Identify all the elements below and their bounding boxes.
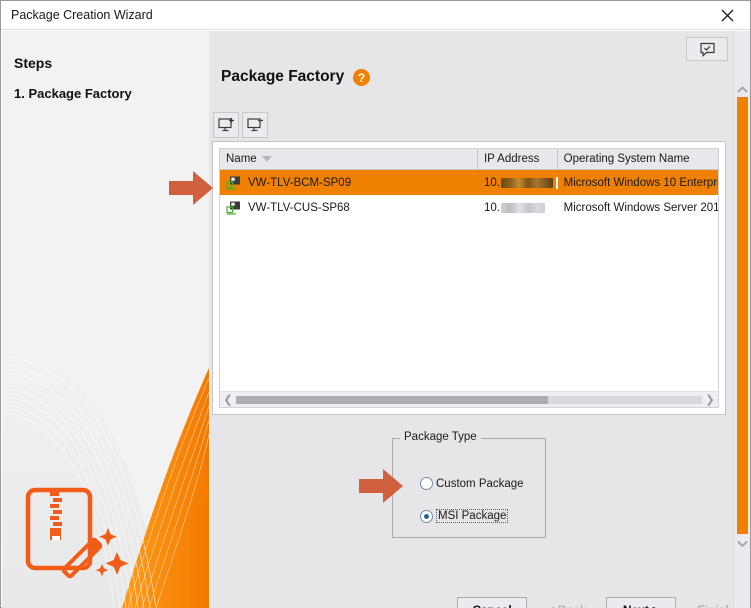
- cancel-button[interactable]: Cancel: [457, 597, 527, 608]
- cell-ip-prefix: 10.: [483, 201, 500, 214]
- radio-msi-package-label: MSI Package: [436, 509, 509, 523]
- chevron-left-icon[interactable]: ❮: [220, 392, 236, 408]
- redacted-ip-block: [500, 177, 553, 188]
- cell-name-text: VW-TLV-CUS-SP68: [248, 201, 350, 214]
- radio-selected-icon: [420, 509, 433, 523]
- chevron-up-icon: [737, 86, 748, 93]
- title-bar: Package Creation Wizard: [1, 1, 750, 30]
- scroll-up-button[interactable]: [734, 81, 751, 98]
- table-row[interactable]: VW-TLV-CUS-SP68 10. Microsoft Windows Se…: [220, 195, 718, 220]
- column-header-ip-address[interactable]: IP Address: [478, 149, 558, 169]
- cell-name: VW-TLV-CUS-SP68: [220, 201, 478, 215]
- vscrollbar-thumb[interactable]: [737, 97, 748, 534]
- computers-grid-container: Name IP Address Operating System Name VW…: [212, 141, 726, 415]
- hscrollbar-track[interactable]: [236, 395, 702, 404]
- steps-heading: Steps: [14, 55, 53, 71]
- package-wizard-icon: [25, 487, 129, 579]
- radio-custom-package-label: Custom Package: [436, 477, 524, 490]
- grid-toolbar: [213, 112, 268, 138]
- sort-descending-icon: [261, 156, 272, 162]
- dialog-vertical-scrollbar[interactable]: [733, 31, 750, 608]
- column-header-operating-system-name[interactable]: Operating System Name: [558, 149, 718, 169]
- scroll-down-button[interactable]: [734, 535, 751, 552]
- monitor-minus-icon: [246, 118, 263, 132]
- computers-grid: Name IP Address Operating System Name VW…: [219, 148, 719, 408]
- orange-swoosh-graphic: [2, 308, 209, 608]
- computer-online-icon: [226, 201, 240, 215]
- add-computer-button[interactable]: [213, 112, 239, 138]
- package-creation-wizard-window: Package Creation Wizard Steps 1. Package…: [0, 0, 751, 608]
- redacted-ip-block: [500, 202, 545, 213]
- grid-horizontal-scrollbar[interactable]: ❮ ❯: [220, 391, 718, 407]
- feedback-button[interactable]: [686, 37, 728, 61]
- page-title: Package Factory: [221, 68, 345, 85]
- grid-header-row: Name IP Address Operating System Name: [220, 149, 718, 170]
- sidebar-item-package-factory[interactable]: 1. Package Factory: [14, 86, 132, 101]
- wizard-content-pane: Package Factory ? Name IP Address Operat…: [209, 31, 750, 608]
- radio-msi-package[interactable]: MSI Package: [420, 509, 509, 523]
- chevron-down-icon: [737, 540, 748, 547]
- column-header-name[interactable]: Name: [220, 149, 478, 169]
- column-header-ip-address-label: IP Address: [483, 153, 540, 165]
- package-type-legend: Package Type: [400, 431, 481, 443]
- feedback-bubble-icon: [699, 42, 715, 57]
- column-header-operating-system-name-label: Operating System Name: [563, 153, 690, 165]
- remove-computer-button[interactable]: [242, 112, 268, 138]
- next-button[interactable]: Next >: [606, 597, 676, 608]
- cell-name: VW-TLV-BCM-SP09: [220, 176, 478, 190]
- cell-ip-prefix: 10.: [483, 176, 500, 189]
- cell-operating-system: Microsoft Windows Server 201: [563, 201, 718, 214]
- hscrollbar-thumb[interactable]: [236, 395, 549, 404]
- computer-online-icon: [226, 176, 240, 190]
- column-header-name-label: Name: [226, 153, 257, 165]
- cell-name-text: VW-TLV-BCM-SP09: [248, 176, 352, 189]
- cell-ip-address: 10.: [478, 176, 558, 189]
- close-icon: [721, 9, 733, 21]
- package-type-group: Package Type Custom Package MSI Package: [392, 431, 546, 538]
- table-row[interactable]: VW-TLV-BCM-SP09 10. Microsoft Windows 10…: [220, 170, 718, 195]
- cell-ip-address: 10.: [478, 202, 558, 214]
- radio-unselected-icon: [420, 477, 433, 490]
- sidebar-decoration: [2, 308, 209, 608]
- back-button: < Back: [539, 597, 595, 608]
- close-button[interactable]: [704, 1, 750, 29]
- chevron-right-icon[interactable]: ❯: [702, 392, 718, 408]
- monitor-plus-icon: [217, 118, 234, 132]
- steps-sidebar: Steps 1. Package Factory: [2, 31, 209, 608]
- help-badge[interactable]: ?: [353, 69, 370, 86]
- cell-operating-system: Microsoft Windows 10 Enterpri: [563, 176, 719, 189]
- radio-custom-package[interactable]: Custom Package: [420, 477, 524, 490]
- window-title: Package Creation Wizard: [11, 8, 153, 22]
